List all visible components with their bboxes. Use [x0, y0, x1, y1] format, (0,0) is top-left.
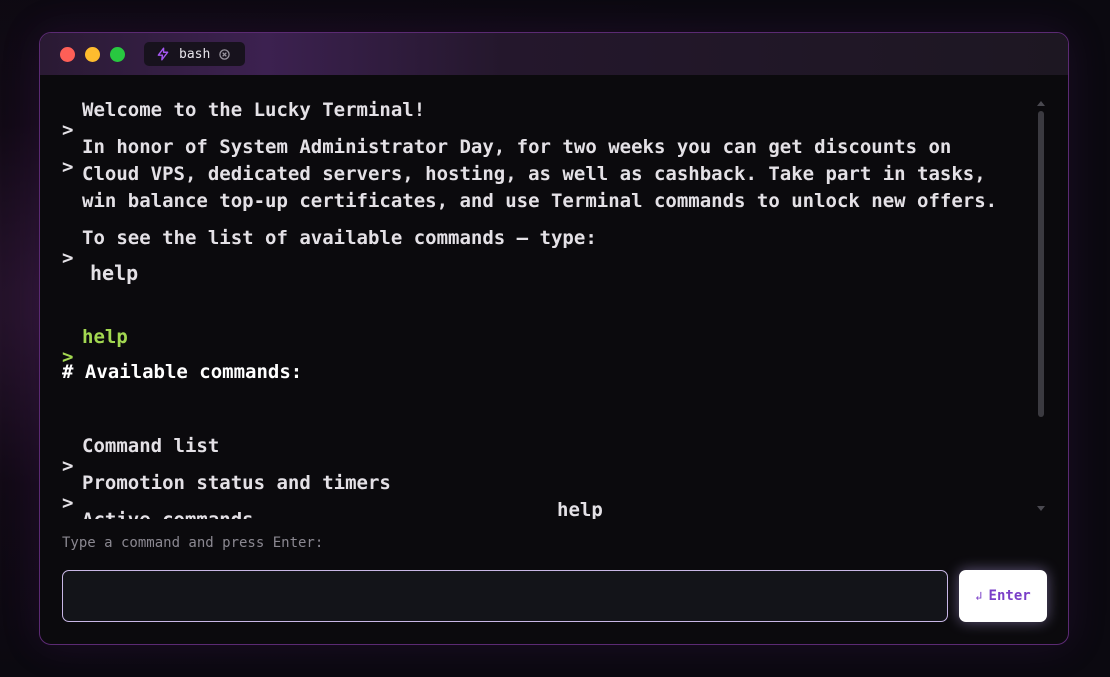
- command-label: Promotion status and timers: [82, 472, 391, 494]
- promo-line: Cloud VPS, dedicated servers, hosting, a…: [82, 163, 986, 185]
- prompt-symbol: >: [62, 156, 74, 178]
- commands-header: # Available commands:: [62, 361, 303, 383]
- close-window-button[interactable]: [60, 47, 75, 62]
- command-label: Command list: [82, 435, 220, 457]
- scroll-thumb[interactable]: [1038, 111, 1044, 417]
- enter-icon: ↲: [975, 589, 983, 603]
- tab-bash[interactable]: bash: [144, 42, 245, 66]
- see-list-text: To see the list of available commands — …: [82, 227, 597, 249]
- promo-line: win balance top-up certificates, and use…: [82, 190, 998, 212]
- minimize-window-button[interactable]: [85, 47, 100, 62]
- command-label: Active commands: [82, 507, 254, 519]
- maximize-window-button[interactable]: [110, 47, 125, 62]
- welcome-text: Welcome to the Lucky Terminal!: [82, 99, 426, 121]
- tab-close-icon[interactable]: [219, 48, 231, 60]
- prompt-symbol: >: [62, 247, 74, 269]
- scroll-down-icon[interactable]: [1036, 505, 1046, 513]
- tab-label: bash: [179, 46, 211, 62]
- bolt-icon: [157, 47, 169, 61]
- terminal-output: > Welcome to the Lucky Terminal! > In ho…: [62, 95, 1036, 519]
- entered-command: help: [82, 326, 128, 348]
- command-row: > Active commands: [62, 507, 962, 519]
- command-input[interactable]: [62, 570, 948, 622]
- terminal-window: bash > Welcome to the Lucky Terminal! > …: [39, 32, 1069, 645]
- promo-line: In honor of System Administrator Day, fo…: [82, 136, 952, 158]
- input-hint: Type a command and press Enter:: [62, 535, 324, 551]
- help-hint: help: [90, 261, 139, 285]
- enter-button-label: Enter: [988, 588, 1031, 604]
- output-scrollbar[interactable]: [1036, 99, 1046, 513]
- enter-button[interactable]: ↲ Enter: [959, 570, 1047, 622]
- scroll-up-icon[interactable]: [1036, 99, 1046, 107]
- title-bar: bash: [40, 33, 1068, 75]
